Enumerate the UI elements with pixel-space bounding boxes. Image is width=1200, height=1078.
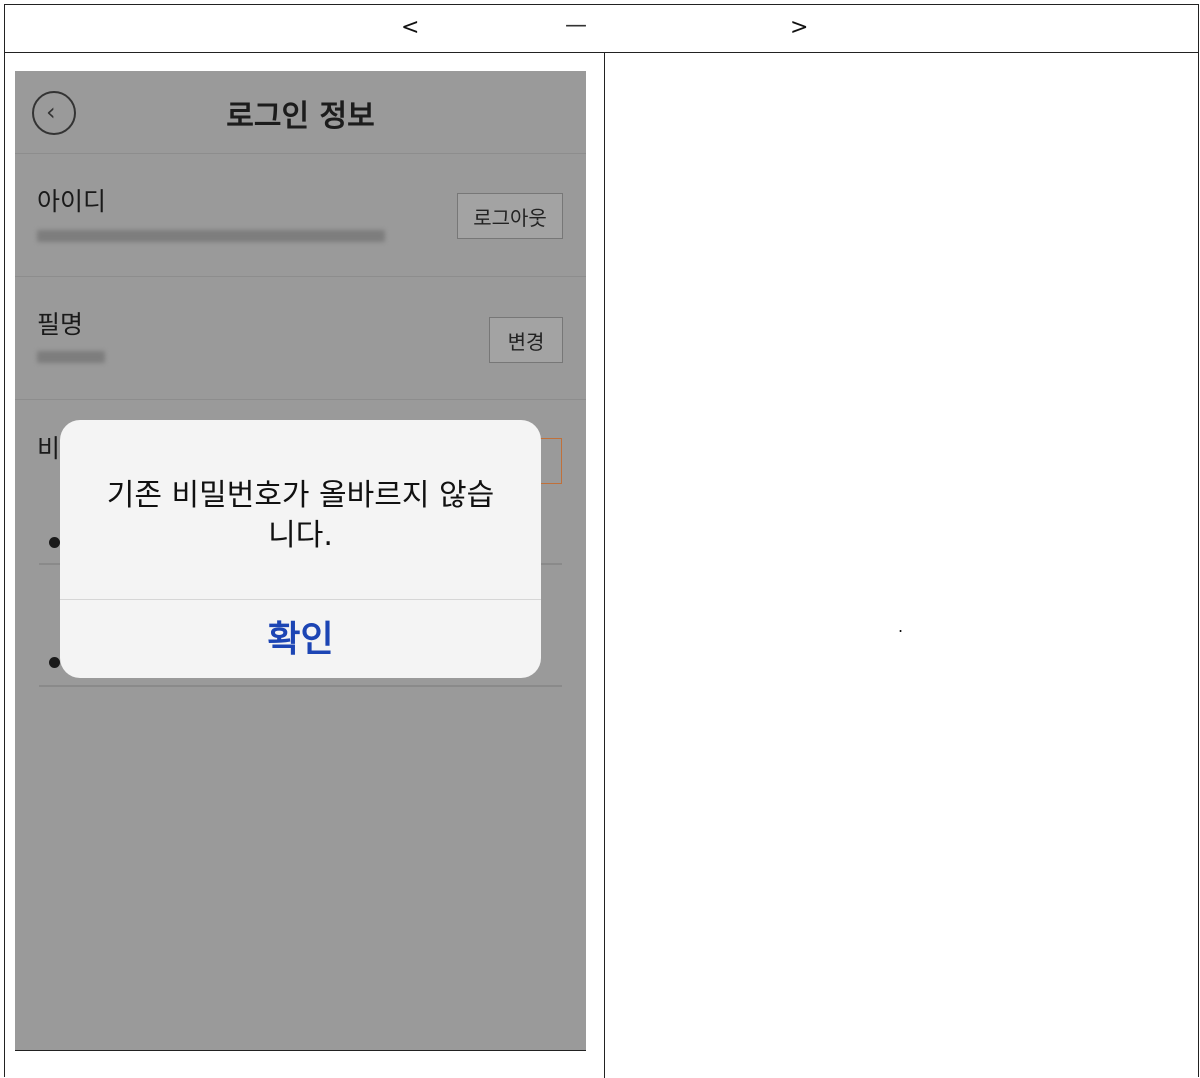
- change-nickname-button[interactable]: 변경: [489, 317, 563, 363]
- nickname-label: 필명: [37, 310, 84, 339]
- id-label: 아이디: [37, 187, 107, 216]
- password-dot: [49, 657, 60, 668]
- id-section: 아이디 로그아웃: [15, 154, 586, 277]
- phone-screenshot: ‹ 로그인 정보 아이디 로그아웃 필명 변경 비 기존 비밀번호가 올바르지 …: [15, 71, 586, 1051]
- prev-marker: <: [401, 15, 420, 40]
- right-panel-text: .: [898, 617, 904, 636]
- confirm-button[interactable]: 확인: [60, 610, 541, 662]
- page-title: 로그인 정보: [226, 99, 375, 134]
- dialog-divider: [60, 599, 541, 600]
- blurred-nickname: [37, 351, 105, 363]
- column-divider: [604, 53, 605, 1078]
- password-label: 비: [37, 434, 61, 463]
- alert-message: 기존 비밀번호가 올바르지 않습 니다.: [106, 478, 495, 553]
- nickname-section: 필명 변경: [15, 277, 586, 400]
- header-row: < — >: [5, 5, 1198, 53]
- password-dot: [49, 537, 60, 548]
- new-password-field[interactable]: [39, 685, 562, 687]
- separator-dash: —: [565, 13, 587, 38]
- logout-button[interactable]: 로그아웃: [457, 193, 563, 239]
- blurred-email: [37, 230, 385, 242]
- app-bar: ‹ 로그인 정보: [15, 71, 586, 154]
- alert-dialog: 기존 비밀번호가 올바르지 않습 니다. 확인: [60, 420, 541, 678]
- next-marker: >: [790, 15, 809, 40]
